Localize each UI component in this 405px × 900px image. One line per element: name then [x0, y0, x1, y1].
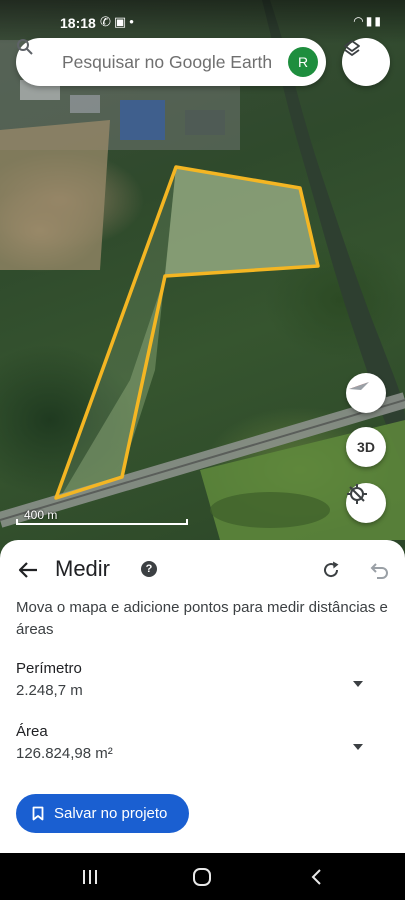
perimeter-value: 2.248,7 m [16, 682, 83, 699]
layers-button[interactable] [342, 38, 390, 86]
search-bar[interactable]: Pesquisar no Google Earth R [16, 38, 326, 86]
perimeter-label: Perímetro [16, 660, 82, 677]
arrow-back-icon [18, 562, 37, 578]
bookmark-icon [16, 806, 54, 821]
recent-apps-icon [83, 870, 97, 884]
area-label: Área [16, 723, 48, 740]
recent-apps-button[interactable] [70, 861, 110, 893]
help-icon[interactable]: ? [141, 561, 157, 577]
search-icon [16, 38, 62, 86]
dot-icon: • [129, 14, 137, 29]
back-nav-button[interactable] [296, 861, 336, 893]
compass-button[interactable] [346, 373, 386, 413]
back-button[interactable] [12, 554, 44, 586]
compass-icon [349, 382, 369, 390]
area-row[interactable]: Área 126.824,98 m² [16, 723, 386, 769]
map-scale: 400 m [16, 507, 188, 525]
notification-icons: ✆▣• [100, 14, 137, 30]
layers-icon [344, 40, 360, 56]
home-icon [193, 868, 211, 886]
search-input[interactable]: Pesquisar no Google Earth [62, 52, 288, 73]
redo-button[interactable] [316, 554, 346, 586]
area-value: 126.824,98 m² [16, 745, 113, 762]
perimeter-row[interactable]: Perímetro 2.248,7 m [16, 660, 386, 706]
status-time: 18:18 [60, 15, 96, 31]
avatar[interactable]: R [288, 47, 318, 77]
home-button[interactable] [182, 861, 222, 893]
measure-instructions: Mova o mapa e adicione pontos para medir… [16, 599, 388, 638]
chevron-down-icon[interactable] [348, 737, 368, 757]
msg-icon: ▣ [113, 14, 130, 29]
whatsapp-icon: ✆ [100, 14, 114, 29]
chevron-left-icon [311, 869, 321, 885]
save-to-project-button[interactable]: Salvar no projeto [16, 794, 189, 833]
system-nav-bar [0, 853, 405, 900]
wifi-icon: ◠ [353, 14, 366, 28]
undo-button[interactable] [364, 554, 394, 586]
save-button-label: Salvar no projeto [54, 805, 168, 822]
redo-icon [324, 561, 339, 578]
system-icons: ◠▮▮ [353, 14, 383, 28]
undo-icon [370, 563, 388, 579]
satellite-map[interactable]: 18:18 ✆▣• ◠▮▮ Pesquisar no Google Earth … [0, 0, 405, 560]
my-location-button[interactable] [346, 483, 386, 523]
view-3d-button[interactable]: 3D [346, 427, 386, 467]
measure-panel: Medir ? Mova o mapa e adicione pontos pa… [0, 540, 405, 853]
battery-icon: ▮ [374, 14, 383, 28]
measure-header: Medir ? [0, 552, 405, 588]
chevron-down-icon[interactable] [348, 674, 368, 694]
page-title: Medir [55, 556, 111, 581]
location-off-icon [347, 484, 367, 504]
scale-bar [16, 519, 188, 525]
